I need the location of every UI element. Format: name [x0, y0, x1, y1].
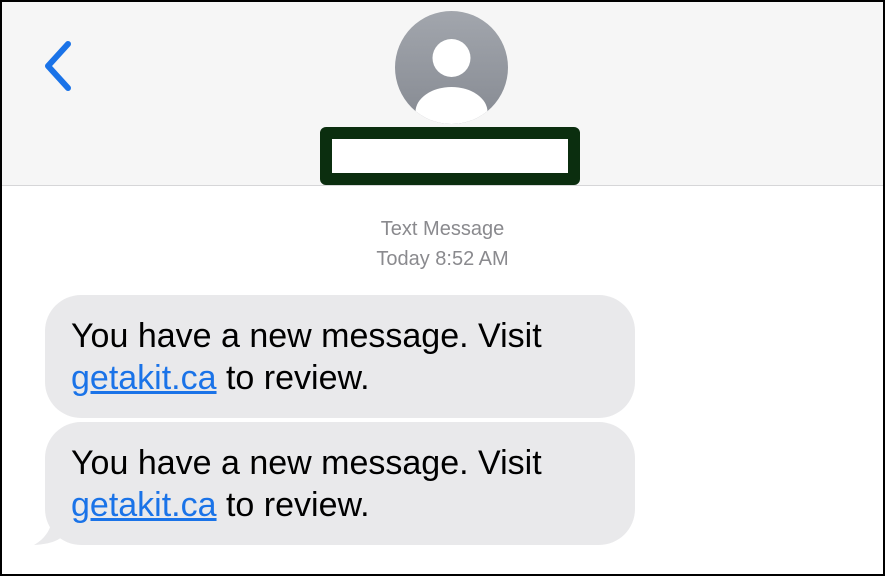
incoming-message-bubble[interactable]: You have a new message. Visit getakit.ca…: [45, 295, 635, 418]
messages-window: Text Message Today 8:52 AM You have a ne…: [0, 0, 885, 576]
redacted-contact-name[interactable]: [320, 127, 580, 185]
chevron-left-icon: [45, 41, 71, 91]
message-text: You have a new message. Visit: [71, 317, 542, 355]
message-link[interactable]: getakit.ca: [71, 486, 217, 524]
message-text: You have a new message. Visit: [71, 444, 542, 482]
incoming-message-bubble[interactable]: You have a new message. Visit getakit.ca…: [45, 422, 635, 545]
message-link[interactable]: getakit.ca: [71, 359, 217, 397]
service-label: Text Message: [380, 218, 505, 240]
conversation-header: [2, 2, 883, 186]
back-button[interactable]: [38, 38, 82, 94]
person-silhouette-icon: [415, 39, 488, 124]
message-text-tail: to review.: [216, 486, 370, 524]
message-text-tail: to review.: [216, 359, 370, 397]
contact-avatar[interactable]: [395, 11, 508, 124]
bubble-tail: [34, 502, 66, 545]
message-timestamp: Today 8:52 AM: [376, 248, 509, 270]
